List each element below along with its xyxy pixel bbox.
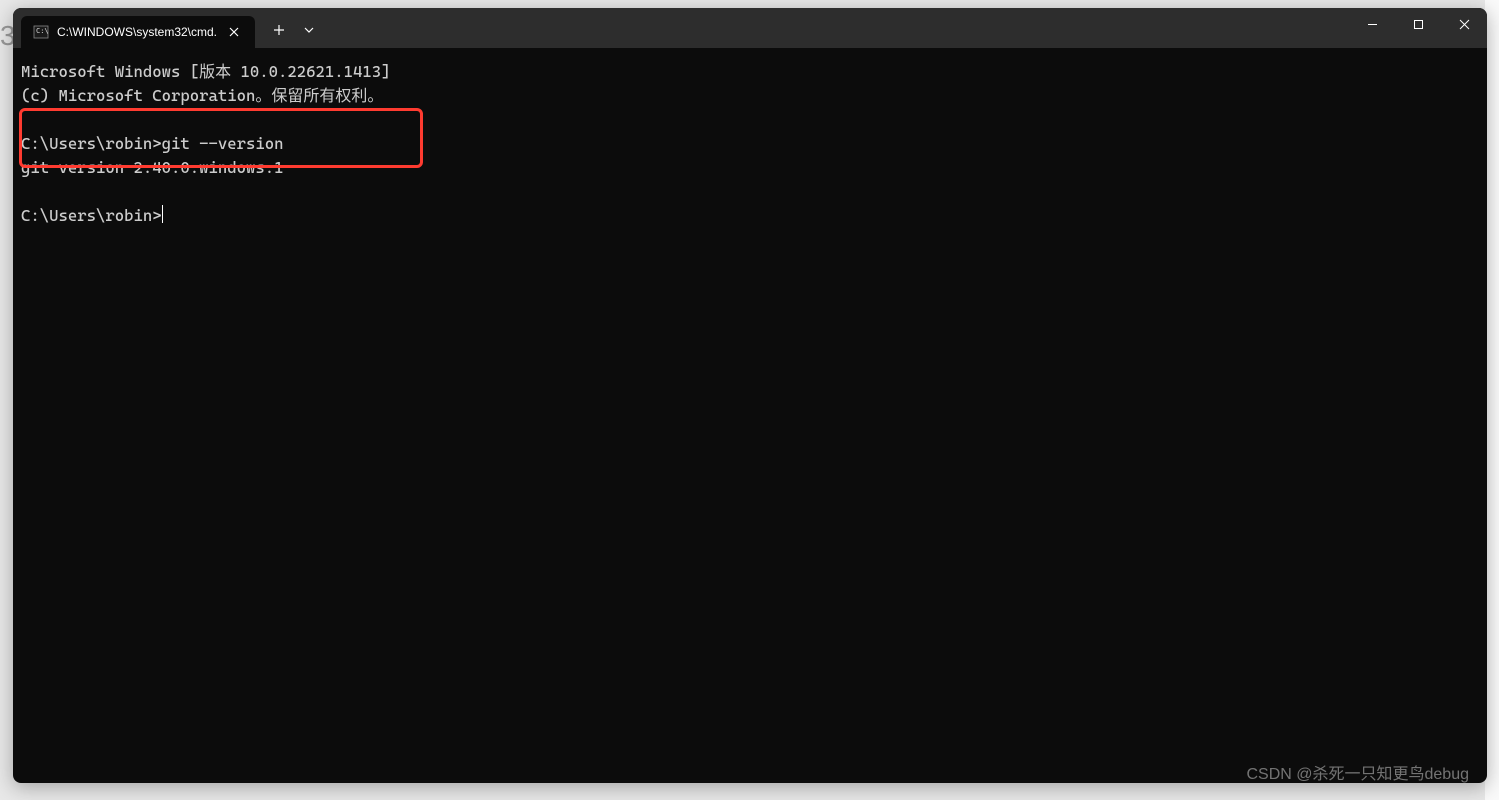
maximize-button[interactable]: [1395, 8, 1441, 40]
close-tab-button[interactable]: [225, 23, 243, 41]
terminal-window: C:\ C:\WINDOWS\system32\cmd. Mi: [13, 8, 1487, 783]
svg-text:C:\: C:\: [36, 27, 49, 35]
terminal-prompt: C:\Users\robin>: [21, 134, 162, 153]
tab-dropdown-button[interactable]: [295, 14, 323, 46]
terminal-prompt: C:\Users\robin>: [21, 206, 162, 225]
terminal-output[interactable]: Microsoft Windows [版本 10.0.22621.1413] (…: [13, 48, 1487, 288]
close-window-button[interactable]: [1441, 8, 1487, 40]
tab-cmd[interactable]: C:\ C:\WINDOWS\system32\cmd.: [21, 16, 255, 48]
watermark: CSDN @杀死一只知更鸟debug: [1246, 760, 1469, 784]
tab-title: C:\WINDOWS\system32\cmd.: [57, 25, 217, 39]
new-tab-button[interactable]: [263, 14, 295, 46]
background-fragment: [1485, 0, 1499, 800]
terminal-line: (c) Microsoft Corporation。保留所有权利。: [21, 86, 383, 105]
terminal-line: Microsoft Windows [版本 10.0.22621.1413]: [21, 62, 391, 81]
terminal-command: git --version: [162, 134, 284, 153]
cursor: [162, 205, 163, 223]
cmd-icon: C:\: [33, 24, 49, 40]
window-controls: [1349, 8, 1487, 48]
minimize-button[interactable]: [1349, 8, 1395, 40]
terminal-output-line: git version 2.40.0.windows.1: [21, 158, 284, 177]
titlebar[interactable]: C:\ C:\WINDOWS\system32\cmd.: [13, 8, 1487, 48]
